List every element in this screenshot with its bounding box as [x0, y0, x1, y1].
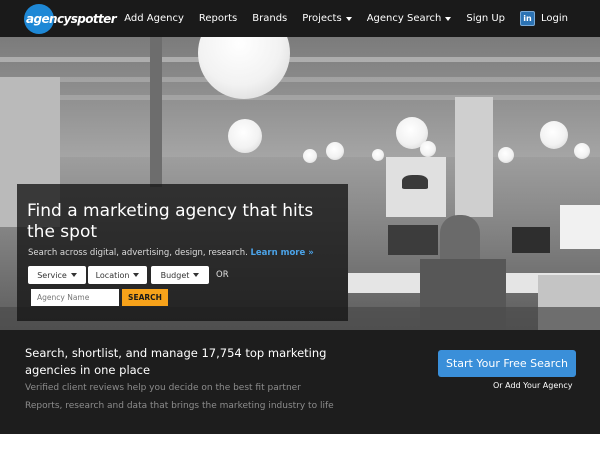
band-headline: Search, shortlist, and manage 17,754 top…: [25, 346, 327, 377]
search-button[interactable]: SEARCH: [122, 289, 168, 306]
nav-brands[interactable]: Brands: [252, 13, 287, 24]
band-line-reviews: Verified client reviews help you decide …: [25, 383, 301, 393]
chevron-down-icon: [345, 16, 352, 21]
hero-banner: Find a marketing agency that hits the sp…: [0, 37, 600, 330]
nav-projects-dropdown[interactable]: Projects: [302, 13, 352, 24]
band-line-reports: Reports, research and data that brings t…: [25, 401, 334, 411]
agencyspotter-logo[interactable]: agencyspotter: [24, 4, 117, 34]
chevron-down-icon: [70, 273, 77, 277]
hero-photo-monitor: [388, 225, 438, 255]
value-proposition-band: Search, shortlist, and manage 17,754 top…: [0, 330, 600, 434]
hero-photo-beam: [0, 77, 600, 82]
nav-add-agency[interactable]: Add Agency: [124, 13, 184, 24]
learn-more-link[interactable]: Learn more »: [250, 248, 313, 258]
nav-menu: Add Agency Reports Brands Projects Agenc…: [124, 0, 600, 37]
agency-name-input[interactable]: [31, 289, 119, 306]
or-label: OR: [216, 270, 229, 280]
chevron-down-icon: [133, 273, 140, 277]
login-button[interactable]: in Login: [520, 11, 568, 26]
hero-photo-lamp: [228, 119, 262, 153]
page-bottom: [0, 434, 600, 450]
hero-photo-column: [150, 37, 162, 187]
hero-photo-lamp: [372, 149, 384, 161]
logo-text: agencyspotter: [26, 11, 117, 26]
add-your-agency-link[interactable]: Or Add Your Agency: [493, 381, 572, 390]
hero-photo-lamp: [420, 141, 436, 157]
hero-photo-lamp: [574, 143, 590, 159]
hero-photo-poster: [402, 175, 428, 189]
nav-sign-up[interactable]: Sign Up: [466, 13, 505, 24]
hero-photo-monitor: [512, 227, 550, 253]
hero-photo-beam: [0, 57, 600, 62]
hero-photo-lamp: [540, 121, 568, 149]
hero-photo-column: [455, 97, 493, 217]
hero-photo-lamp: [303, 149, 317, 163]
chevron-down-icon: [445, 16, 452, 21]
start-free-search-button[interactable]: Start Your Free Search: [438, 350, 576, 377]
hero-photo-lamp: [326, 142, 344, 160]
agency-search-panel: Find a marketing agency that hits the sp…: [17, 184, 348, 321]
login-label: Login: [541, 13, 568, 24]
service-dropdown[interactable]: Service: [28, 266, 86, 284]
hero-subtitle: Search across digital, advertising, desi…: [28, 248, 314, 258]
chevron-down-icon: [193, 273, 200, 277]
budget-dropdown[interactable]: Budget: [151, 266, 209, 284]
hero-photo-beam: [0, 95, 600, 100]
hero-photo-monitor: [560, 205, 600, 249]
nav-reports[interactable]: Reports: [199, 13, 237, 24]
location-dropdown[interactable]: Location: [88, 266, 147, 284]
hero-title: Find a marketing agency that hits the sp…: [27, 201, 314, 242]
nav-agency-search-dropdown[interactable]: Agency Search: [367, 13, 452, 24]
top-nav: agencyspotter Add Agency Reports Brands …: [0, 0, 600, 37]
hero-photo-lamp: [498, 147, 514, 163]
linkedin-icon: in: [520, 11, 536, 26]
